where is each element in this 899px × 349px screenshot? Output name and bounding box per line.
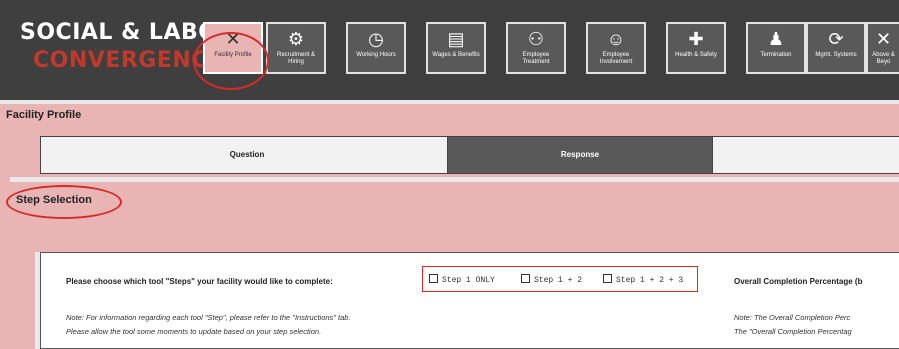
- tab-mgmt-systems[interactable]: ⟳ Mgmt. Systems: [806, 22, 866, 74]
- tab-termination[interactable]: ♟ Termination: [746, 22, 806, 74]
- tab-label: Mgmt. Systems: [815, 52, 857, 58]
- tab-above-beyond[interactable]: ✕ Above & Beyo: [866, 22, 899, 74]
- people-icon: ⚇: [527, 29, 545, 49]
- highlight-circle-tab: [193, 32, 269, 90]
- left-margin-column: [0, 135, 10, 349]
- spacer-band: [10, 220, 899, 252]
- first-aid-icon: ✚: [688, 29, 704, 49]
- option-label: Step 1 ONLY: [442, 276, 495, 285]
- hiring-icon: ⚙: [287, 29, 305, 49]
- tab-label: Employee Treatment: [522, 52, 550, 65]
- tab-label: Termination: [760, 52, 792, 58]
- tab-label: Working Hours: [356, 52, 396, 58]
- step-option-2[interactable]: Step 1 + 2: [521, 274, 582, 285]
- option-label: Step 1 + 2 + 3: [616, 276, 684, 285]
- tab-label: Wages & Benefits: [432, 52, 480, 58]
- step-option-1[interactable]: Step 1 ONLY: [429, 274, 495, 285]
- spacer-column: [10, 252, 35, 349]
- choose-steps-label: Please choose which tool "Steps" your fa…: [66, 277, 333, 286]
- clock-icon: ◷: [368, 29, 384, 49]
- checkbox-icon[interactable]: [429, 274, 438, 283]
- question-header: Question: [40, 136, 454, 174]
- divider-strip: [0, 125, 899, 135]
- tab-recruitment-hiring[interactable]: ⚙ Recruitment & Hiring: [266, 22, 326, 74]
- step-selection-band: Step Selection: [10, 182, 899, 220]
- tab-label: Health & Safety: [675, 52, 717, 58]
- above-icon: ✕: [875, 29, 892, 49]
- tab-label: Above & Beyo: [872, 52, 895, 65]
- tab-health-safety[interactable]: ✚ Health & Safety: [666, 22, 726, 74]
- tab-employee-treatment[interactable]: ⚇ Employee Treatment: [506, 22, 566, 74]
- tab-label: Recruitment & Hiring: [276, 52, 315, 65]
- note-completion-1: Note: The Overall Completion Perc: [734, 313, 851, 322]
- tab-label: Employee Involvement: [599, 52, 633, 65]
- table-header-row: Question Response: [10, 135, 899, 177]
- cycle-icon: ⟳: [828, 29, 844, 49]
- checkbox-icon[interactable]: [603, 274, 612, 283]
- section-title-bar: Facility Profile: [0, 104, 899, 125]
- checkbox-icon[interactable]: [521, 274, 530, 283]
- tab-employee-involvement[interactable]: ☺ Employee Involvement: [586, 22, 646, 74]
- walking-icon: ♟: [767, 29, 785, 49]
- highlight-circle-step-selection: [6, 185, 122, 219]
- tab-working-hours[interactable]: ◷ Working Hours: [346, 22, 406, 74]
- empty-header-cell: [713, 136, 899, 174]
- group-icon: ☺: [606, 29, 626, 49]
- note-update: Please allow the tool some moments to up…: [66, 327, 322, 336]
- money-icon: ▤: [447, 29, 465, 49]
- tab-wages-benefits[interactable]: ▤ Wages & Benefits: [426, 22, 486, 74]
- step-options-group: Step 1 ONLY Step 1 + 2 Step 1 + 2 + 3: [422, 266, 698, 292]
- step-option-3[interactable]: Step 1 + 2 + 3: [603, 274, 683, 285]
- overall-completion-label: Overall Completion Percentage (b: [734, 277, 863, 286]
- note-instructions: Note: For information regarding each too…: [66, 313, 351, 322]
- note-completion-2: The "Overall Completion Percentag: [734, 327, 852, 336]
- top-navigation-bar: SOCIAL & LABOR CONVERGENCE ✕ Facility Pr…: [0, 0, 899, 100]
- option-label: Step 1 + 2: [534, 276, 583, 285]
- response-header: Response: [447, 136, 713, 174]
- page-title: Facility Profile: [6, 109, 82, 121]
